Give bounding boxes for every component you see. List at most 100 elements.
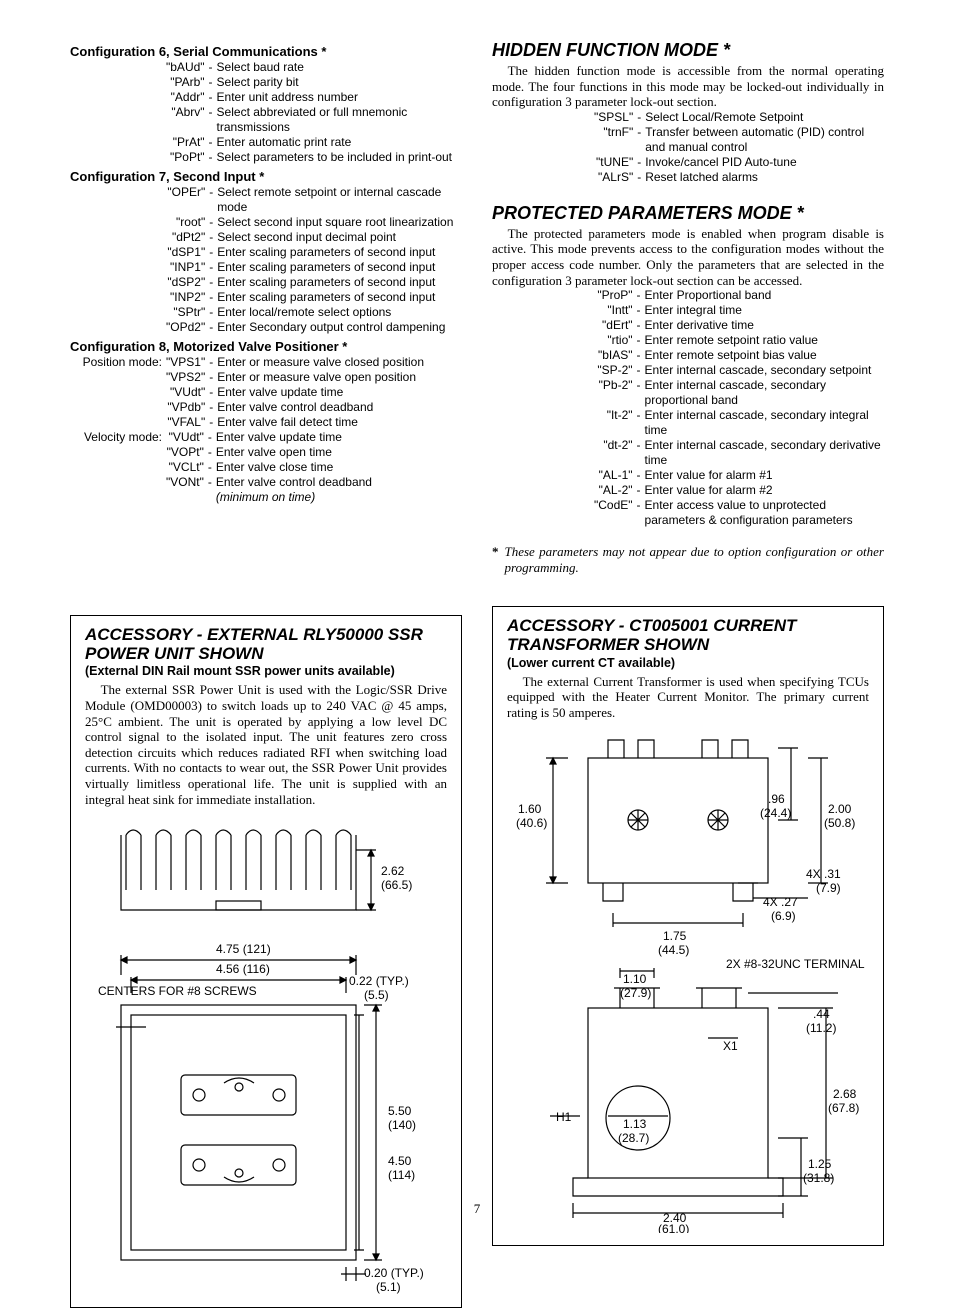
hidden-mode-para: The hidden function mode is accessible f… <box>492 63 884 110</box>
param-row: "root"-Select second input square root l… <box>70 215 462 230</box>
param-code: "VOPt" <box>164 445 206 460</box>
param-row: "SPSL"-Select Local/Remote Setpoint <box>592 110 884 125</box>
label-x1: X1 <box>723 1039 738 1053</box>
two-column-layout: Configuration 6, Serial Communications *… <box>70 40 884 1308</box>
param-desc: Enter access value to unprotected parame… <box>643 498 884 528</box>
param-row: "VPS2"-Enter or measure valve open posit… <box>70 370 426 385</box>
row-lead <box>70 230 164 245</box>
dim-268: 2.68 <box>833 1087 857 1101</box>
param-row: "tUNE"-Invoke/cancel PID Auto-tune <box>592 155 884 170</box>
dim-279: (27.9) <box>620 986 651 1000</box>
param-code: "VUdt" <box>164 430 206 445</box>
param-code: "AL-1" <box>592 468 635 483</box>
param-row: "OPEr"-Select remote setpoint or interna… <box>70 185 462 215</box>
param-dash: - <box>207 185 215 215</box>
param-dash: - <box>635 170 643 185</box>
param-code: "PArb" <box>164 75 207 90</box>
param-desc: Enter derivative time <box>643 318 884 333</box>
param-desc: Enter valve fail detect time <box>215 415 426 430</box>
config8-velocity-table: Velocity mode:"VUdt"-Enter valve update … <box>70 430 374 505</box>
param-dash: - <box>207 400 215 415</box>
param-dash: - <box>207 260 215 275</box>
param-code: "rtio" <box>592 333 635 348</box>
param-row: "INP2"-Enter scaling parameters of secon… <box>70 290 462 305</box>
param-code: "VPdb" <box>164 400 207 415</box>
param-desc: Enter scaling parameters of second input <box>215 275 462 290</box>
param-desc: Enter value for alarm #1 <box>643 468 884 483</box>
dim-4-56: 4.56 (116) <box>216 962 270 976</box>
row-lead: Position mode: <box>70 355 164 370</box>
param-row: "dSP2"-Enter scaling parameters of secon… <box>70 275 462 290</box>
config6-title: Configuration 6, Serial Communications * <box>70 44 462 59</box>
param-dash: - <box>206 445 214 460</box>
row-lead <box>70 60 164 75</box>
param-desc: Enter remote setpoint bias value <box>643 348 884 363</box>
param-dash: - <box>207 105 215 135</box>
accessory-ssr-para: The external SSR Power Unit is used with… <box>85 682 447 807</box>
protected-mode-title: PROTECTED PARAMETERS MODE * <box>492 203 884 224</box>
left-column: Configuration 6, Serial Communications *… <box>70 40 462 1308</box>
param-dash: - <box>207 275 215 290</box>
row-lead <box>70 320 164 335</box>
param-dash: - <box>206 475 214 490</box>
hidden-mode-title: HIDDEN FUNCTION MODE * <box>492 40 884 61</box>
row-lead <box>70 475 164 490</box>
dim-51: (5.1) <box>376 1280 401 1294</box>
dim-678: (67.8) <box>828 1101 859 1115</box>
row-lead <box>70 275 164 290</box>
param-dash: - <box>207 90 215 105</box>
footnote-star: * <box>492 544 505 576</box>
param-dash: - <box>635 110 643 125</box>
param-code: "It-2" <box>592 408 635 438</box>
param-desc: Enter integral time <box>643 303 884 318</box>
dim-160: 1.60 <box>518 802 542 816</box>
dim-96: .96 <box>768 792 785 806</box>
param-desc: Select baud rate <box>215 60 462 75</box>
param-row: Velocity mode:"VUdt"-Enter valve update … <box>70 430 374 445</box>
config8-title: Configuration 8, Motorized Valve Positio… <box>70 339 462 354</box>
param-dash: - <box>635 348 643 363</box>
param-code: "Intt" <box>592 303 635 318</box>
param-dash: - <box>207 355 215 370</box>
dim-112: (11.2) <box>806 1021 836 1035</box>
row-lead <box>70 90 164 105</box>
row-lead <box>70 400 164 415</box>
dim-69: (6.9) <box>771 909 796 923</box>
param-code: "Addr" <box>164 90 207 105</box>
dim-4-75: 4.75 (121) <box>216 942 271 956</box>
page-number: 7 <box>0 1201 954 1217</box>
dim-125: 1.25 <box>808 1157 832 1171</box>
dim-terminal: 2X #8-32UNC TERMINAL <box>726 957 865 971</box>
param-desc: Enter internal cascade, secondary setpoi… <box>643 363 884 378</box>
param-dash: - <box>207 215 215 230</box>
row-lead <box>70 305 164 320</box>
param-dash: - <box>635 483 643 498</box>
param-row: "dErt"-Enter derivative time <box>592 318 884 333</box>
param-code: "bIAS" <box>592 348 635 363</box>
dim-200: 2.00 <box>828 802 852 816</box>
param-row: "PrAt"-Enter automatic print rate <box>70 135 462 150</box>
param-row: "dSP1"-Enter scaling parameters of secon… <box>70 245 462 260</box>
config6-body: "bAUd"-Select baud rate"PArb"-Select par… <box>70 60 462 165</box>
centers-label: CENTERS FOR #8 SCREWS <box>98 984 257 998</box>
param-row: "PoPt"-Select parameters to be included … <box>70 150 462 165</box>
param-desc: Enter Secondary output control dampening <box>215 320 462 335</box>
param-desc: Enter remote setpoint ratio value <box>643 333 884 348</box>
row-lead <box>70 150 164 165</box>
param-row: "VCLt"-Enter valve close time <box>70 460 374 475</box>
param-row: "OPd2"-Enter Secondary output control da… <box>70 320 462 335</box>
param-code: "OPEr" <box>164 185 207 215</box>
param-code: "INP1" <box>164 260 207 275</box>
footnote-text: These parameters may not appear due to o… <box>505 544 885 576</box>
param-row: "Addr"-Enter unit address number <box>70 90 462 105</box>
accessory-ct-title: ACCESSORY - CT005001 CURRENT TRANSFORMER… <box>507 617 869 654</box>
param-row: "VFAL"-Enter valve fail detect time <box>70 415 426 430</box>
param-dash: - <box>635 363 643 378</box>
param-desc: Transfer between automatic (PID) control… <box>643 125 884 155</box>
param-dash: - <box>207 60 215 75</box>
row-lead <box>70 290 164 305</box>
param-code: "SPSL" <box>592 110 635 125</box>
param-desc: Enter or measure valve closed position <box>215 355 426 370</box>
config7-title: Configuration 7, Second Input * <box>70 169 462 184</box>
dim-55: (5.5) <box>364 988 389 1002</box>
